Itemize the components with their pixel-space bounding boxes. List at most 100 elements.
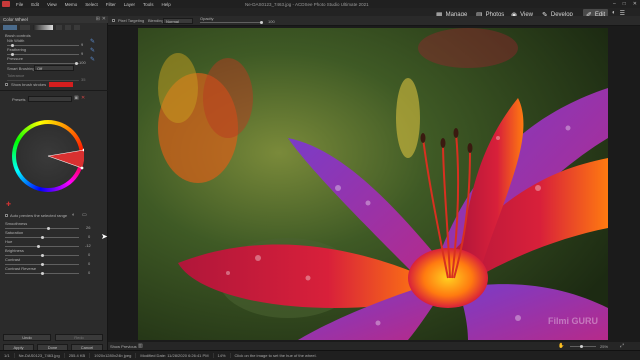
opacity-slider[interactable] (200, 21, 263, 24)
save-preset-icon[interactable]: ▣ (74, 95, 79, 101)
zoom-slider[interactable] (570, 345, 596, 348)
saturation-slider[interactable] (5, 236, 79, 239)
window-controls: – □ ✕ (613, 1, 637, 7)
brightness-slider[interactable] (5, 254, 79, 257)
presets-dropdown[interactable] (28, 96, 72, 102)
contrast-slider[interactable] (5, 263, 79, 266)
hue-label: Hue (5, 239, 13, 244)
opacity-value[interactable]: 100 (268, 19, 275, 24)
pressure-label: Pressure (7, 56, 24, 61)
app-logo-icon (2, 1, 10, 7)
watermark: Filmi GURU (548, 316, 599, 326)
zoom-value[interactable]: 25% (600, 344, 608, 349)
panel-close-icon[interactable]: ✕ (102, 16, 106, 22)
contrast-reverse-knob[interactable] (41, 272, 44, 275)
auto-preview-checkbox[interactable] (5, 214, 8, 217)
preview-icon[interactable]: ◐ (72, 212, 75, 218)
auto-preview-label: Auto preview the selected range (10, 213, 68, 218)
pressure-slider[interactable] (7, 62, 79, 65)
feathering-label: Feathering (7, 47, 27, 52)
status-modified: Modified Date: 11/28/2020 6:26:41 PM (136, 353, 214, 358)
radial-tool-button[interactable] (33, 25, 53, 30)
canvas-bottom-toolbar: Show Previous ▥ ✋ 25% ⤢ (108, 342, 640, 350)
blending-dropdown[interactable]: Normal (163, 18, 193, 24)
feathering-value[interactable]: 9 (81, 51, 83, 56)
redo-button[interactable]: Redo (55, 334, 103, 341)
hue-slider[interactable] (5, 245, 79, 248)
histogram-icon[interactable]: ▥ (138, 343, 143, 349)
image-canvas[interactable]: Filmi GURU (108, 26, 640, 342)
menu-memo[interactable]: Memo (61, 2, 82, 7)
hue-value[interactable]: -12 (85, 243, 91, 248)
invert-icon[interactable] (56, 25, 62, 30)
opacity-knob[interactable] (260, 21, 263, 24)
pressure-knob[interactable] (75, 62, 78, 65)
menu-edit[interactable]: Edit (27, 2, 43, 7)
saturation-knob[interactable] (41, 236, 44, 239)
lily-photo[interactable] (138, 28, 608, 340)
status-hint: Click on the image to set the hue of the… (234, 353, 317, 358)
smoothness-knob[interactable] (47, 227, 50, 230)
brush-icon[interactable]: ✎ (90, 38, 95, 45)
show-previous-label[interactable]: Show Previous (110, 344, 137, 349)
pixel-targeting-checkbox[interactable] (112, 19, 115, 22)
maximize-icon[interactable]: □ (623, 1, 626, 7)
opacity-label: Opacity (200, 16, 214, 21)
tolerance-label: Tolerance (7, 73, 25, 78)
panel-header: Color Wheel ⊞ ✕ (0, 16, 108, 23)
presets-label: Presets (12, 97, 26, 102)
menu-tools[interactable]: Tools (139, 2, 158, 7)
brush-toolbar (3, 25, 105, 31)
tolerance-value[interactable]: 35 (81, 77, 85, 82)
menu-file[interactable]: File (12, 2, 27, 7)
contrast-reverse-slider[interactable] (5, 272, 79, 275)
hand-tool-icon[interactable]: ✋ (558, 343, 564, 349)
close-icon[interactable]: ✕ (633, 1, 637, 7)
brush-tool-button[interactable] (3, 25, 17, 30)
brightness-knob[interactable] (41, 254, 44, 257)
menu-filter[interactable]: Filter (102, 2, 120, 7)
smoothness-value[interactable]: 26 (86, 225, 90, 230)
zoom-knob[interactable] (580, 345, 583, 348)
brush-color-swatch[interactable] (49, 82, 73, 87)
eyedropper-icon[interactable]: ✚ (6, 201, 11, 208)
menu-select[interactable]: Select (81, 2, 102, 7)
contrast-reverse-value[interactable]: 0 (88, 270, 90, 275)
status-filesize: 255.4 KB (65, 353, 91, 358)
tolerance-slider[interactable] (7, 80, 79, 81)
hue-knob[interactable] (37, 245, 40, 248)
reset-icon[interactable] (65, 25, 71, 30)
nib-width-value[interactable]: 9 (81, 42, 83, 47)
menu-view[interactable]: View (43, 2, 61, 7)
pixel-targeting-label: Pixel Targeting (118, 18, 145, 23)
contrast-knob[interactable] (41, 263, 44, 266)
lily-photo-image (138, 28, 608, 340)
brightness-value[interactable]: 0 (88, 252, 90, 257)
smart-brushing-dropdown[interactable]: Off (34, 65, 74, 71)
delete-preset-icon[interactable]: ✕ (81, 95, 85, 101)
feather-brush-icon[interactable]: ✎ (90, 47, 95, 54)
undo-button[interactable]: Undo (3, 334, 51, 341)
fit-icon[interactable]: ⤢ (620, 343, 624, 349)
smoothness-label: Smoothness (5, 221, 28, 226)
gradient-tool-button[interactable] (20, 25, 30, 30)
status-dimensions: 1920x1280x24b jpeg (90, 353, 137, 358)
nib-width-slider[interactable] (7, 44, 79, 47)
compare-icon[interactable]: ▭ (82, 212, 87, 218)
status-index: 1/1 (0, 353, 15, 358)
options-icon[interactable] (74, 25, 80, 30)
smoothness-slider[interactable] (5, 227, 79, 230)
status-filename: Ne-DAS0123_7463.jpg (15, 353, 65, 358)
pin-icon[interactable]: ⊞ (96, 16, 100, 22)
menu-help[interactable]: Help (158, 2, 175, 7)
show-brush-strokes-checkbox[interactable] (5, 83, 8, 86)
contrast-value[interactable]: 0 (88, 261, 90, 266)
saturation-value[interactable]: 0 (88, 234, 90, 239)
hue-range-selector[interactable] (12, 120, 84, 192)
pressure-brush-icon[interactable]: ✎ (90, 56, 95, 63)
feathering-slider[interactable] (7, 53, 79, 56)
minimize-icon[interactable]: – (613, 1, 616, 7)
pressure-value[interactable]: 100 (79, 60, 86, 65)
color-wheel-panel: Color Wheel ⊞ ✕ Brush controls Nib Width… (0, 16, 108, 358)
menu-layer[interactable]: Layer (120, 2, 139, 7)
